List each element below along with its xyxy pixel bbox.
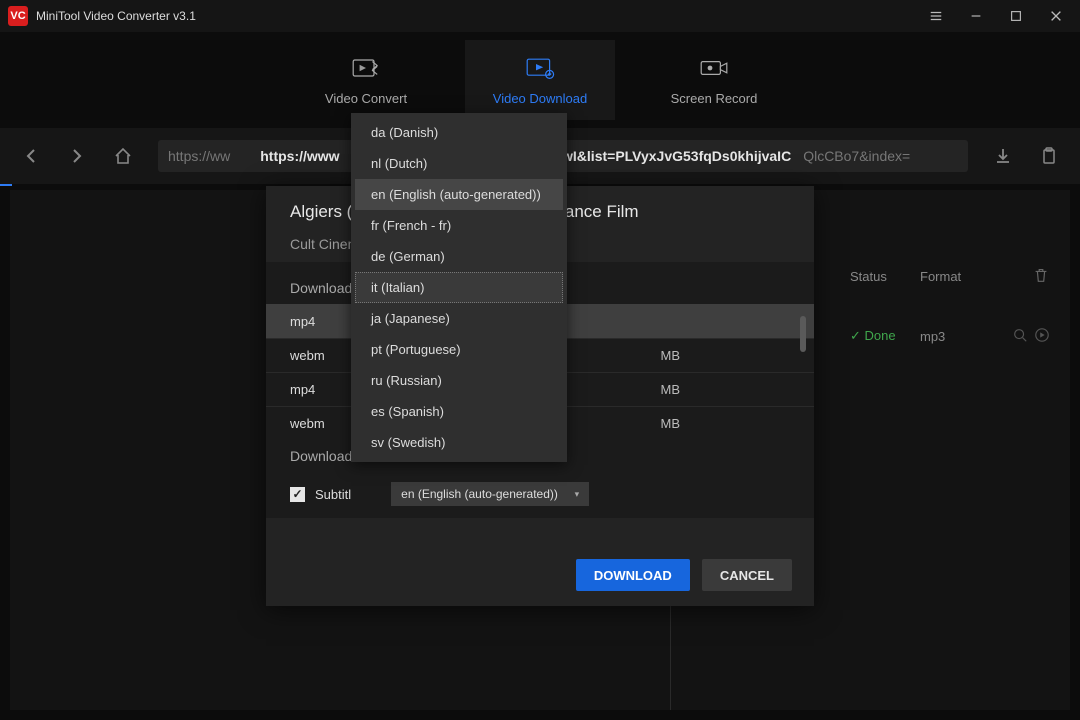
subtitle-checkbox[interactable]: ✓ [290, 487, 305, 502]
chevron-down-icon: ▾ [575, 489, 580, 500]
language-option[interactable]: ru (Russian) [355, 365, 563, 396]
language-option[interactable]: en (English (auto-generated)) [355, 179, 563, 210]
url-text-bold: https://www [260, 148, 339, 164]
tab-label: Video Convert [325, 91, 407, 106]
locate-icon[interactable] [1012, 327, 1028, 346]
maximize-button[interactable] [996, 0, 1036, 32]
url-text: https://ww [168, 148, 230, 164]
download-button[interactable]: DOWNLOAD [576, 559, 690, 591]
play-icon[interactable] [1034, 327, 1050, 346]
tab-label: Video Download [493, 91, 587, 106]
language-option[interactable]: pt (Portuguese) [355, 334, 563, 365]
status-badge: Done [850, 328, 920, 344]
tab-screen-record[interactable]: Screen Record [639, 40, 789, 120]
size-label: MB [661, 382, 681, 397]
language-select-value: en (English (auto-generated)) [401, 487, 558, 501]
language-dropdown: da (Danish)nl (Dutch)en (English (auto-g… [351, 113, 567, 462]
language-option[interactable]: nl (Dutch) [355, 148, 563, 179]
home-icon[interactable] [112, 145, 134, 167]
url-text-bold-2: -JwI&list=PLVyxJvG53fqDs0khijvaIC [550, 148, 792, 164]
tab-label: Screen Record [671, 91, 758, 106]
language-select[interactable]: en (English (auto-generated)) ▾ [391, 482, 589, 506]
format-value: mp3 [920, 329, 990, 344]
language-option[interactable]: es (Spanish) [355, 396, 563, 427]
size-label: MB [661, 416, 681, 431]
language-option[interactable]: sv (Swedish) [355, 427, 563, 458]
download-icon[interactable] [992, 145, 1014, 167]
col-format: Format [920, 269, 990, 284]
cancel-button[interactable]: CANCEL [702, 559, 792, 591]
language-option[interactable]: it (Italian) [355, 272, 563, 303]
language-option[interactable]: ja (Japanese) [355, 303, 563, 334]
scrollbar-thumb[interactable] [800, 316, 806, 352]
subtitle-label: Subtitl [315, 487, 351, 502]
back-icon[interactable] [20, 145, 42, 167]
app-logo: VC [8, 6, 28, 26]
titlebar: VC MiniTool Video Converter v3.1 [0, 0, 1080, 32]
url-text-tail: QlcCBo7&index= [803, 148, 910, 164]
tab-video-convert[interactable]: Video Convert [291, 40, 441, 120]
size-label: MB [661, 348, 681, 363]
close-button[interactable] [1036, 0, 1076, 32]
app-title: MiniTool Video Converter v3.1 [36, 9, 196, 23]
language-option[interactable]: fr (French - fr) [355, 210, 563, 241]
forward-icon[interactable] [66, 145, 88, 167]
trash-icon[interactable] [1032, 266, 1050, 287]
minimize-button[interactable] [956, 0, 996, 32]
tab-video-download[interactable]: Video Download [465, 40, 615, 120]
col-status: Status [850, 269, 920, 284]
hamburger-icon[interactable] [916, 0, 956, 32]
language-option[interactable]: da (Danish) [355, 117, 563, 148]
language-option[interactable]: de (German) [355, 241, 563, 272]
clipboard-icon[interactable] [1038, 145, 1060, 167]
